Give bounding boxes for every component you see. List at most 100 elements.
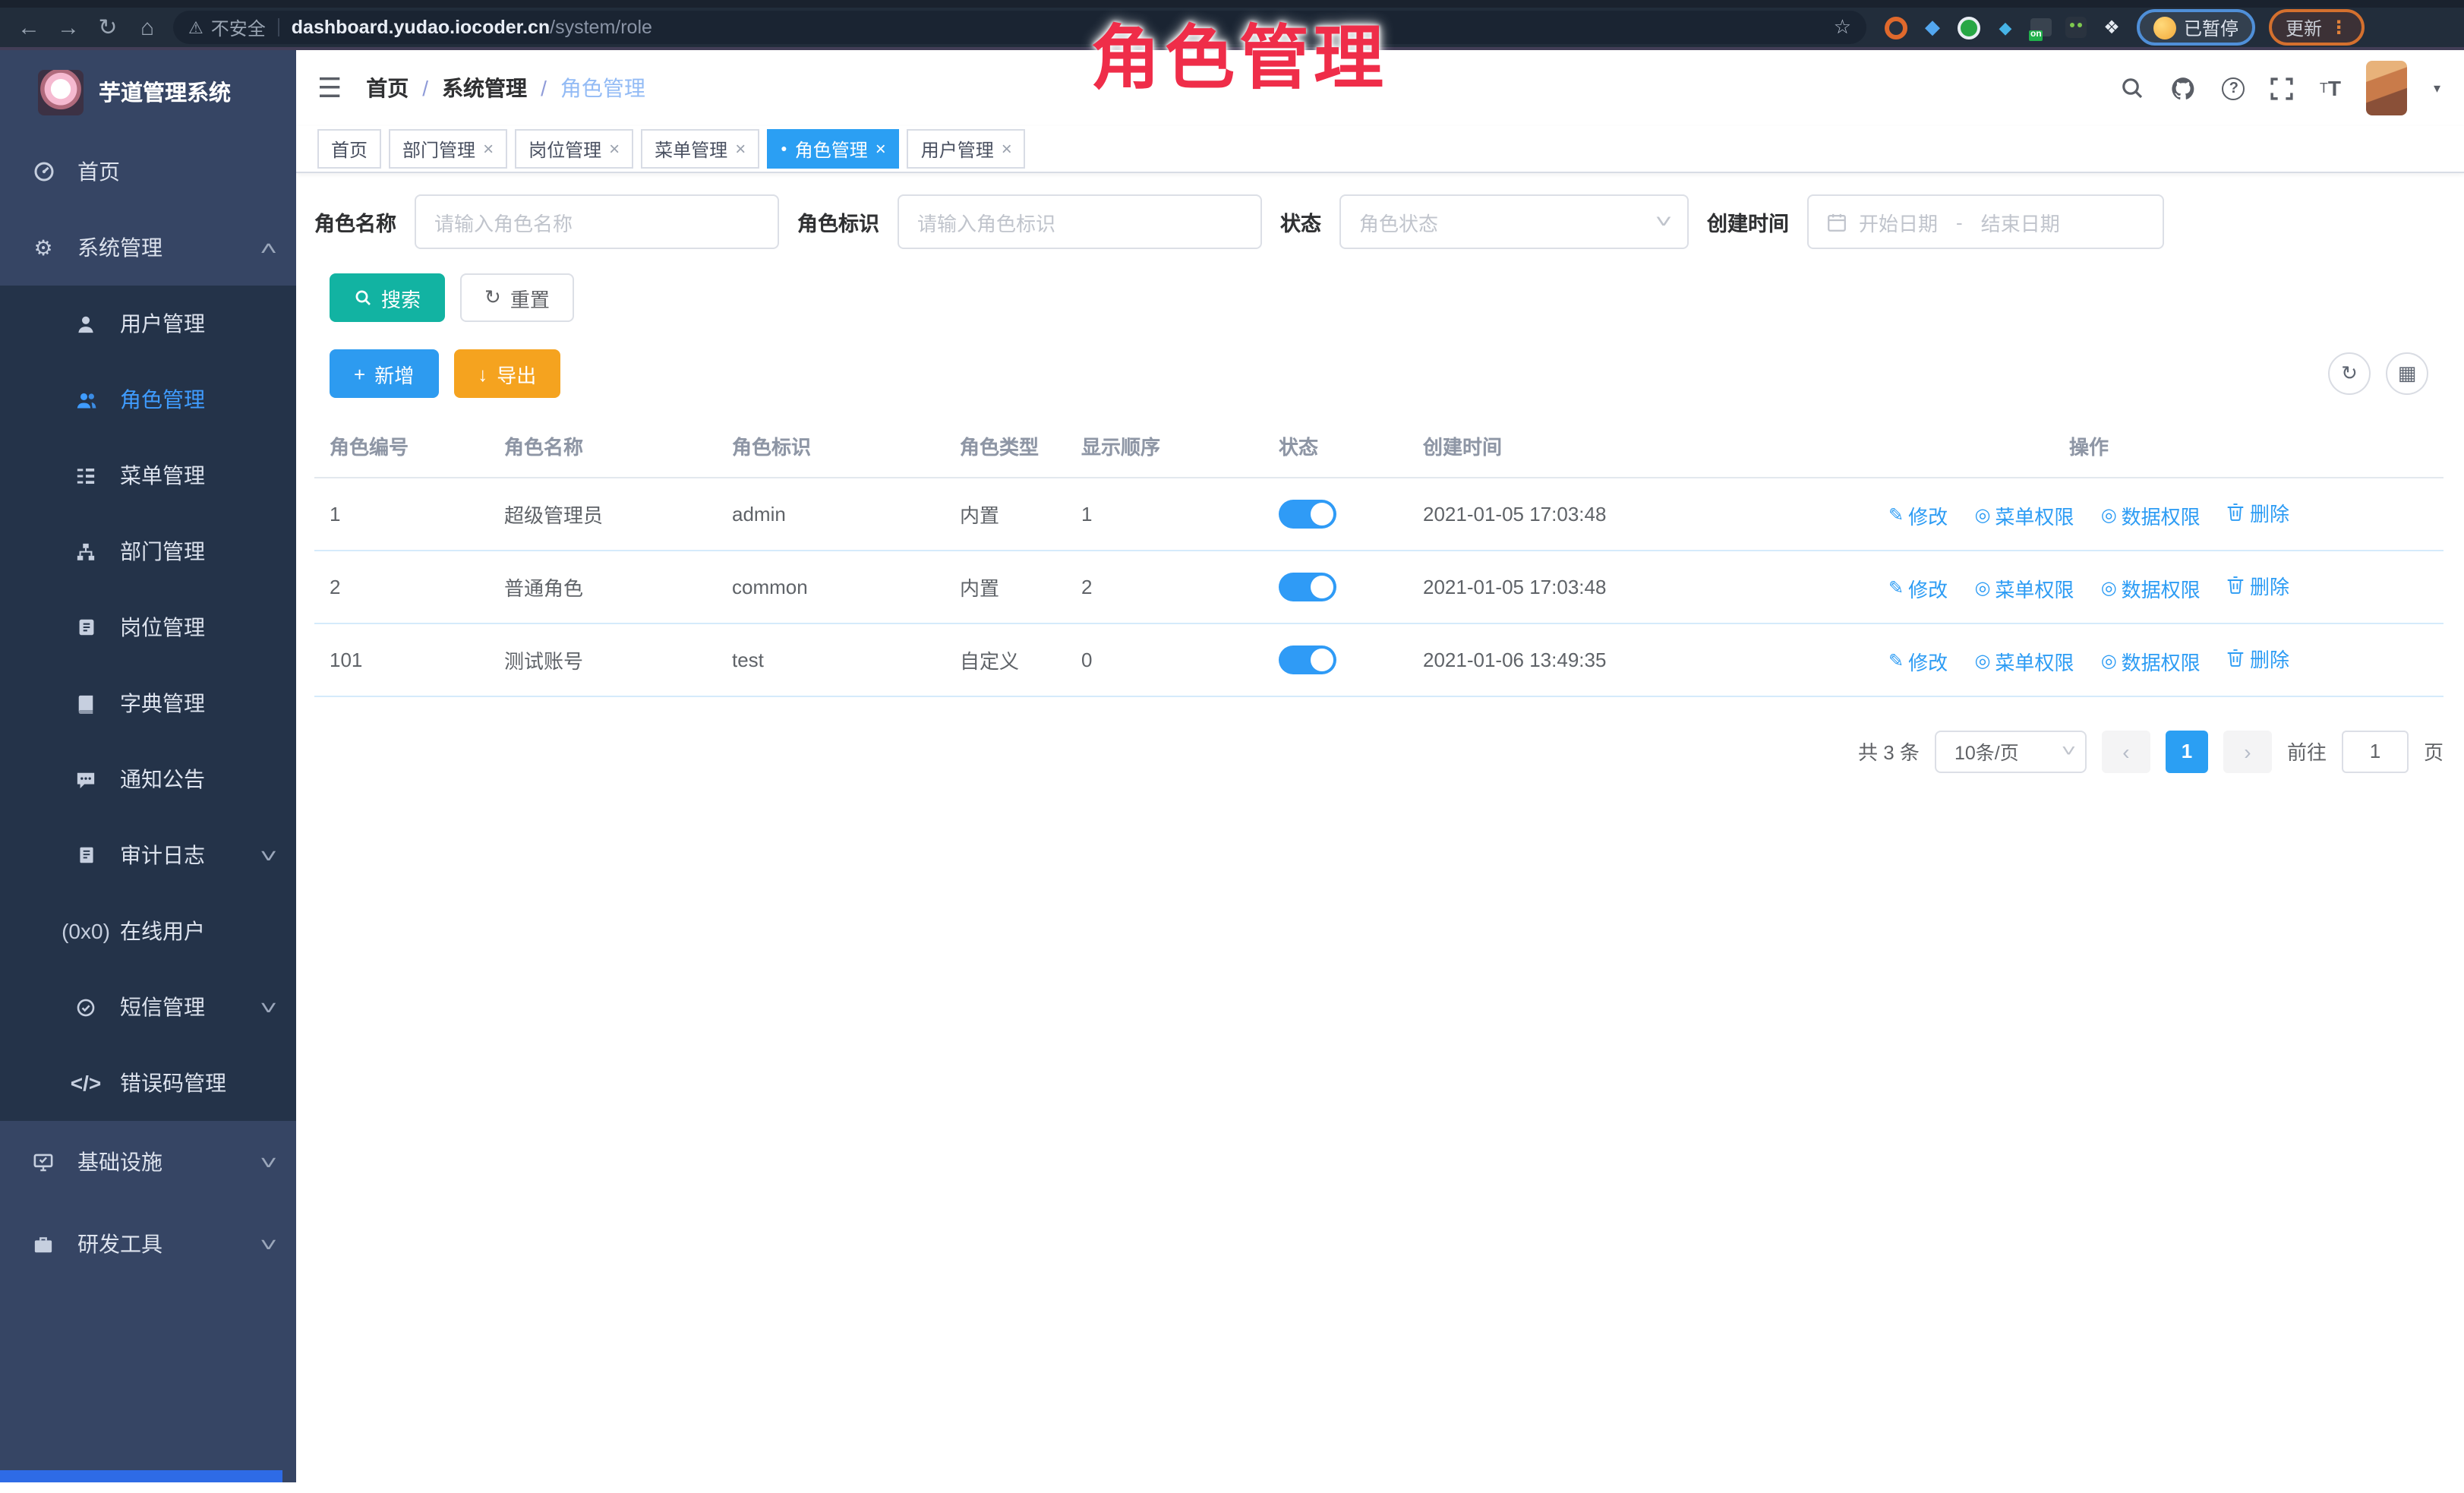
extensions-puzzle-icon[interactable]: ❖ <box>2100 16 2123 39</box>
col-role-type: 角色类型 <box>945 416 1066 477</box>
menu-permission-link[interactable]: ◎菜单权限 <box>1974 500 2074 529</box>
fullscreen-icon[interactable] <box>2271 77 2294 99</box>
tag-posts[interactable]: 岗位管理× <box>515 129 633 169</box>
edit-link[interactable]: ✎修改 <box>1888 646 1948 675</box>
sidebar-item-users[interactable]: 用户管理 <box>0 286 296 361</box>
search-icon[interactable] <box>2121 76 2145 100</box>
browser-home-icon[interactable]: ⌂ <box>128 14 167 40</box>
close-icon[interactable]: × <box>609 138 620 159</box>
menu-permission-link[interactable]: ◎菜单权限 <box>1974 573 2074 602</box>
breadcrumb-home[interactable]: 首页 <box>366 73 409 103</box>
delete-link[interactable]: 删除 <box>2227 570 2289 599</box>
circle-check-icon: ◎ <box>2101 650 2117 671</box>
tag-users[interactable]: 用户管理× <box>907 129 1026 169</box>
trash-icon <box>2227 576 2245 594</box>
tag-departments[interactable]: 部门管理× <box>389 129 507 169</box>
close-icon[interactable]: × <box>483 138 494 159</box>
browser-profile-button[interactable]: 已暂停 <box>2137 9 2255 46</box>
current-page-button[interactable]: 1 <box>2166 730 2208 772</box>
status-select[interactable]: 角色状态˅ <box>1339 194 1689 249</box>
sidebar-item-online-users[interactable]: (0x0) 在线用户 <box>0 893 296 969</box>
browser-back-icon[interactable]: ← <box>9 14 49 40</box>
close-icon[interactable]: × <box>875 138 886 159</box>
browser-menu-icon[interactable]: ⋮ <box>2330 17 2348 38</box>
role-key-input[interactable]: 请输入角色标识 <box>898 194 1262 249</box>
sidebar-item-audit-log[interactable]: 审计日志 ˅ <box>0 817 296 893</box>
sidebar-item-dev-tools[interactable]: 研发工具 ˅ <box>0 1203 296 1285</box>
reset-button[interactable]: ↻ 重置 <box>460 273 574 322</box>
sidebar-item-posts[interactable]: 岗位管理 <box>0 589 296 665</box>
sidebar-item-departments[interactable]: 部门管理 <box>0 513 296 589</box>
extension-gem-icon[interactable]: ◆ <box>1921 16 1944 39</box>
column-settings-button[interactable]: ▦ <box>2386 352 2428 395</box>
tag-menus[interactable]: 菜单管理× <box>641 129 759 169</box>
sidebar-item-dictionary[interactable]: 字典管理 <box>0 665 296 741</box>
search-button[interactable]: 搜索 <box>330 273 445 322</box>
browser-forward-icon[interactable]: → <box>49 14 88 40</box>
extension-green-icon[interactable] <box>1958 16 1980 39</box>
breadcrumb: 首页 / 系统管理 / 角色管理 <box>366 73 645 103</box>
refresh-icon: ↻ <box>2341 361 2358 386</box>
edit-link[interactable]: ✎修改 <box>1888 500 1948 529</box>
role-name-input[interactable]: 请输入角色名称 <box>415 194 779 249</box>
delete-link[interactable]: 删除 <box>2227 497 2289 526</box>
browser-update-button[interactable]: 更新 ⋮ <box>2269 9 2365 46</box>
sidebar-item-sms[interactable]: 短信管理 ˅ <box>0 969 296 1045</box>
export-button[interactable]: ↓ 导出 <box>453 349 560 398</box>
avatar-caret-icon[interactable]: ▾ <box>2434 80 2440 96</box>
sidebar-item-system[interactable]: ⚙ 系统管理 ˄ <box>0 210 296 286</box>
help-icon[interactable]: ? <box>2223 77 2245 99</box>
page-size-select[interactable]: 10条/页 ˅ <box>1935 730 2087 772</box>
address-bar[interactable]: ⚠ 不安全 dashboard.yudao.iocoder.cn/system/… <box>173 11 1866 44</box>
refresh-table-button[interactable]: ↻ <box>2328 352 2371 395</box>
data-permission-link[interactable]: ◎数据权限 <box>2101 500 2201 529</box>
bookmark-star-icon[interactable]: ☆ <box>1834 15 1851 39</box>
page-unit-label: 页 <box>2424 737 2443 765</box>
date-range-picker[interactable]: 开始日期 - 结束日期 <box>1807 194 2164 249</box>
col-role-key: 角色标识 <box>717 416 945 477</box>
security-label[interactable]: 不安全 <box>211 14 266 40</box>
tree-table-icon <box>73 466 99 485</box>
user-avatar[interactable] <box>2367 61 2408 115</box>
data-permission-link[interactable]: ◎数据权限 <box>2101 573 2201 602</box>
extension-drop-icon[interactable]: ◆ <box>1994 16 2017 39</box>
edit-icon: ✎ <box>1888 504 1904 526</box>
chevron-up-icon: ˄ <box>260 236 278 259</box>
edit-link[interactable]: ✎修改 <box>1888 573 1948 602</box>
breadcrumb-separator: / <box>422 76 428 100</box>
close-icon[interactable]: × <box>735 138 746 159</box>
navbar-actions: ? TT ▾ <box>2121 61 2440 115</box>
extension-on-badge-icon[interactable]: on <box>2030 18 2052 36</box>
github-icon[interactable] <box>2171 75 2197 101</box>
sidebar-item-roles[interactable]: 角色管理 <box>0 361 296 437</box>
goto-label: 前往 <box>2287 737 2327 765</box>
extension-target-icon[interactable] <box>1885 16 1907 39</box>
delete-link[interactable]: 删除 <box>2227 643 2289 672</box>
hamburger-icon[interactable]: ☰ <box>317 72 342 104</box>
status-toggle[interactable] <box>1279 499 1336 528</box>
add-button[interactable]: + 新增 <box>330 349 438 398</box>
prev-page-button[interactable]: ‹ <box>2102 730 2150 772</box>
breadcrumb-system[interactable]: 系统管理 <box>442 73 527 103</box>
tag-home[interactable]: 首页 <box>317 129 381 169</box>
sidebar-item-infrastructure[interactable]: 基础设施 ˅ <box>0 1121 296 1203</box>
status-toggle[interactable] <box>1279 572 1336 601</box>
sidebar-logo[interactable]: 芋道管理系统 <box>0 50 296 134</box>
total-count: 共 3 条 <box>1858 737 1920 765</box>
next-page-button[interactable]: › <box>2223 730 2272 772</box>
status-toggle[interactable] <box>1279 645 1336 674</box>
data-permission-link[interactable]: ◎数据权限 <box>2101 646 2201 675</box>
sidebar-item-home[interactable]: 首页 <box>0 134 296 210</box>
tag-roles-active[interactable]: ●角色管理× <box>767 129 900 169</box>
sidebar-item-error-codes[interactable]: </> 错误码管理 <box>0 1045 296 1121</box>
sidebar-item-menus[interactable]: 菜单管理 <box>0 437 296 513</box>
extension-monkey-icon[interactable] <box>2065 17 2087 38</box>
close-icon[interactable]: × <box>1002 138 1012 159</box>
sidebar-item-notices[interactable]: 通知公告 <box>0 741 296 817</box>
goto-page-input[interactable] <box>2342 730 2409 772</box>
annotation-overlay-title: 角色管理 <box>1090 3 1388 103</box>
menu-permission-link[interactable]: ◎菜单权限 <box>1974 646 2074 675</box>
browser-reload-icon[interactable]: ↻ <box>88 14 128 41</box>
font-size-icon[interactable]: TT <box>2320 76 2341 100</box>
message-icon <box>73 769 99 789</box>
